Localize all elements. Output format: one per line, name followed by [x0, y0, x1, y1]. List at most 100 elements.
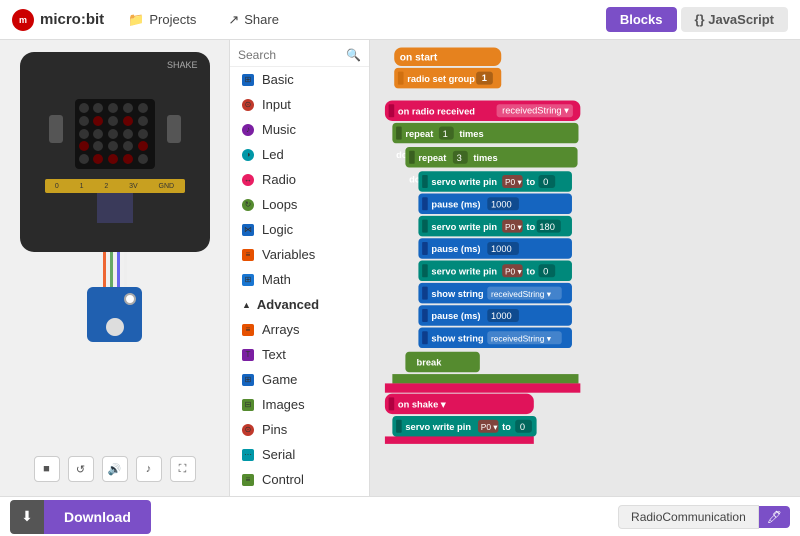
blocks-svg: on start radio set group 1 on radio rece… [370, 40, 800, 496]
header: m micro:bit 📁 Projects ↗ Share Blocks {}… [0, 0, 800, 40]
restart-button[interactable]: ↺ [68, 456, 94, 482]
servo-horn [106, 318, 124, 336]
wire-group [103, 252, 127, 287]
on-shake-group: on shake ▾ servo write pin P0 ▾ to 0 [385, 394, 537, 444]
logo: m micro:bit [12, 9, 104, 31]
toolbox-control[interactable]: ≡ Control [230, 467, 369, 492]
text-icon: T [242, 349, 254, 361]
music-label: Music [262, 122, 296, 137]
svg-text:1000: 1000 [491, 244, 512, 254]
stop-button[interactable]: ■ [34, 456, 60, 482]
toolbox-radio[interactable]: ↔ Radio [230, 167, 369, 192]
mute-button[interactable]: 🔊 [102, 456, 128, 482]
svg-text:180: 180 [539, 222, 555, 232]
control-icon: ≡ [242, 474, 254, 486]
toolbox-music[interactable]: ♪ Music [230, 117, 369, 142]
svg-text:show string: show string [431, 334, 483, 344]
on-radio-received-group: on radio received receivedString ▾ repea… [385, 100, 580, 392]
toolbox-loops[interactable]: ↻ Loops [230, 192, 369, 217]
led-icon: ◑ [242, 149, 254, 161]
input-label: Input [262, 97, 291, 112]
svg-text:on start: on start [400, 52, 438, 63]
svg-text:P0 ▾: P0 ▾ [505, 177, 522, 187]
radio-label: Radio [262, 172, 296, 187]
text-label: Text [262, 347, 286, 362]
svg-text:times: times [459, 129, 483, 139]
toolbox-serial[interactable]: ⋯ Serial [230, 442, 369, 467]
toolbox-images[interactable]: ⊟ Images [230, 392, 369, 417]
button-a[interactable] [49, 115, 63, 143]
tab-area: RadioCommunication 🖊 [618, 505, 790, 529]
toolbox-add-package[interactable]: ⊕ Add Package [230, 492, 369, 496]
svg-text:servo write pin: servo write pin [405, 422, 471, 432]
mode-switcher: Blocks {} JavaScript [606, 7, 788, 32]
logo-text: micro:bit [40, 11, 104, 28]
svg-text:P0 ▾: P0 ▾ [505, 267, 522, 277]
search-input[interactable] [238, 48, 344, 62]
svg-text:pause (ms): pause (ms) [431, 200, 480, 210]
svg-text:receivedString ▾: receivedString ▾ [491, 289, 551, 299]
serial-label: Serial [262, 447, 295, 462]
toolbox-basic[interactable]: ⊞ Basic [230, 67, 369, 92]
svg-text:to: to [526, 177, 535, 187]
chevron-down-icon: ▲ [242, 300, 251, 310]
svg-text:on shake ▾: on shake ▾ [398, 400, 446, 410]
svg-text:break: break [417, 358, 443, 368]
tab-label: RadioCommunication [618, 505, 759, 529]
toolbox-variables[interactable]: ≡ Variables [230, 242, 369, 267]
music-icon: ♪ [242, 124, 254, 136]
logo-icon: m [12, 9, 34, 31]
svg-text:P0 ▾: P0 ▾ [481, 422, 498, 432]
blocks-workspace[interactable]: on start radio set group 1 on radio rece… [370, 40, 800, 496]
blocks-mode-button[interactable]: Blocks [606, 7, 677, 32]
toolbox-led[interactable]: ◑ Led [230, 142, 369, 167]
toolbox-arrays[interactable]: ≡ Arrays [230, 317, 369, 342]
svg-text:servo write pin: servo write pin [431, 177, 497, 187]
button-b[interactable] [167, 115, 181, 143]
simulator-panel: SHAKE 0 1 2 3V GND [0, 40, 230, 496]
volume-button[interactable]: ♪ [136, 456, 162, 482]
fullscreen-button[interactable]: ⛶ [170, 456, 196, 482]
projects-button[interactable]: 📁 Projects [120, 8, 204, 32]
javascript-mode-button[interactable]: {} JavaScript [681, 7, 789, 32]
servo-indicator [124, 293, 136, 305]
tab-close-button[interactable]: 🖊 [759, 506, 790, 528]
download-icon-box[interactable]: ⬇ [10, 500, 44, 534]
svg-text:to: to [502, 422, 511, 432]
shake-label: SHAKE [167, 60, 198, 70]
toolbox-panel: 🔍 ⊞ Basic ⊙ Input ♪ Music ◑ Led ↔ Radio … [230, 40, 370, 496]
basic-icon: ⊞ [242, 74, 254, 86]
pins-icon: ⊙ [242, 424, 254, 436]
svg-text:repeat: repeat [418, 153, 446, 163]
toolbox-input[interactable]: ⊙ Input [230, 92, 369, 117]
download-button[interactable]: Download [44, 500, 151, 534]
loops-icon: ↻ [242, 199, 254, 211]
svg-text:repeat: repeat [405, 129, 433, 139]
radio-icon: ↔ [242, 174, 254, 186]
share-button[interactable]: ↗ Share [220, 8, 287, 32]
footer: ⬇ Download RadioCommunication 🖊 [0, 496, 800, 536]
main-area: SHAKE 0 1 2 3V GND [0, 40, 800, 496]
toolbox-text[interactable]: T Text [230, 342, 369, 367]
pin-strip: 0 1 2 3V GND [45, 179, 185, 193]
serial-icon: ⋯ [242, 449, 254, 461]
share-label: Share [244, 12, 279, 27]
advanced-toggle[interactable]: ▲ Advanced [230, 292, 369, 317]
toolbox-logic[interactable]: ⋈ Logic [230, 217, 369, 242]
control-label: Control [262, 472, 304, 487]
svg-text:1: 1 [443, 129, 448, 139]
images-icon: ⊟ [242, 399, 254, 411]
svg-text:pause (ms): pause (ms) [431, 311, 480, 321]
search-icon: 🔍 [346, 48, 361, 62]
toolbox-game[interactable]: ⊞ Game [230, 367, 369, 392]
svg-text:receivedString ▾: receivedString ▾ [491, 334, 551, 344]
toolbox-pins[interactable]: ⊙ Pins [230, 417, 369, 442]
variables-icon: ≡ [242, 249, 254, 261]
wire-green [110, 252, 113, 287]
game-label: Game [262, 372, 297, 387]
pins-label: Pins [262, 422, 287, 437]
logic-icon: ⋈ [242, 224, 254, 236]
svg-text:servo write pin: servo write pin [431, 267, 497, 277]
toolbox-math[interactable]: ⊞ Math [230, 267, 369, 292]
loops-label: Loops [262, 197, 297, 212]
